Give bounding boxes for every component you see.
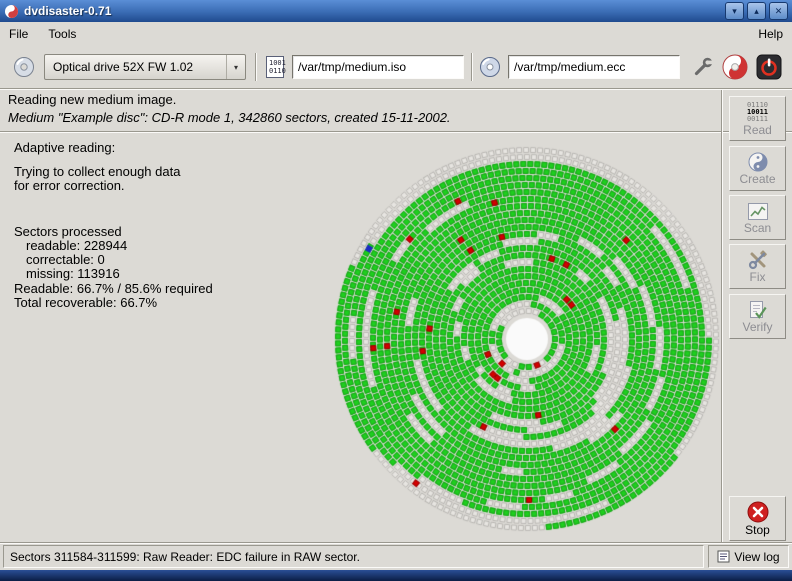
menu-help[interactable]: Help (758, 27, 783, 41)
drive-icon (13, 56, 35, 78)
disc-canvas (327, 139, 727, 539)
ecc-file-input[interactable] (508, 55, 680, 79)
fix-label: Fix (750, 271, 766, 283)
stop-icon (747, 501, 769, 523)
menu-tools[interactable]: Tools (48, 27, 76, 41)
power-icon (756, 54, 782, 80)
create-icon (748, 152, 768, 172)
fix-icon (748, 250, 768, 270)
svg-text:1001: 1001 (269, 59, 286, 67)
stop-label: Stop (745, 524, 770, 536)
minimize-icon: ▾ (732, 7, 737, 16)
window-bottom-frame (0, 570, 792, 581)
drive-select-value: Optical drive 52X FW 1.02 (53, 60, 226, 74)
iso-file-icon: 1001 0110 (263, 55, 287, 79)
verify-icon (748, 300, 768, 320)
view-log-icon (717, 550, 730, 563)
view-log-label: View log (734, 550, 779, 564)
scan-icon (747, 202, 769, 221)
read-button[interactable]: 01110 10011 00111 Read (729, 96, 786, 141)
app-window: dvdisaster-0.71 ▾ ▴ ✕ File Tools Help Op… (0, 0, 792, 581)
menubar: File Tools Help (0, 22, 792, 46)
view-log-button[interactable]: View log (708, 545, 789, 568)
scan-label: Scan (744, 222, 771, 234)
quit-button[interactable] (756, 54, 782, 80)
adaptive-reading-desc-2: for error correction. (14, 178, 125, 193)
window-title: dvdisaster-0.71 (24, 4, 722, 18)
dvdisaster-logo-button[interactable] (722, 54, 748, 80)
close-icon: ✕ (775, 7, 783, 16)
verify-label: Verify (742, 321, 772, 333)
image-file-input[interactable] (292, 55, 464, 79)
svg-text:0110: 0110 (269, 67, 286, 75)
scan-button[interactable]: Scan (729, 195, 786, 240)
wrench-icon (692, 56, 714, 78)
drive-select[interactable]: Optical drive 52X FW 1.02 ▾ (44, 54, 246, 80)
app-icon (4, 4, 19, 19)
read-icon: 01110 10011 00111 (747, 102, 768, 123)
dvdisaster-logo-icon (722, 54, 748, 80)
stop-button[interactable]: Stop (729, 496, 786, 541)
fix-button[interactable]: Fix (729, 244, 786, 289)
statusbar-message: Sectors 311584-311599: Raw Reader: EDC f… (3, 545, 704, 568)
adaptive-reading-title: Adaptive reading: (14, 140, 115, 155)
total-recoverable: Total recoverable: 66.7% (14, 295, 157, 310)
preferences-button[interactable] (692, 56, 714, 78)
readable-percent: Readable: 66.7% / 85.6% required (14, 281, 213, 296)
create-button[interactable]: Create (729, 146, 786, 191)
sectors-readable: readable: 228944 (26, 238, 127, 253)
create-label: Create (739, 173, 775, 185)
verify-button[interactable]: Verify (729, 294, 786, 339)
close-button[interactable]: ✕ (769, 2, 788, 20)
read-label: Read (743, 124, 772, 136)
minimize-button[interactable]: ▾ (725, 2, 744, 20)
sectors-missing: missing: 113916 (26, 266, 120, 281)
adaptive-reading-desc-1: Trying to collect enough data (14, 164, 180, 179)
titlebar[interactable]: dvdisaster-0.71 ▾ ▴ ✕ (0, 0, 792, 22)
status-line-1: Reading new medium image. (8, 92, 176, 107)
sectors-correctable: correctable: 0 (26, 252, 105, 267)
sectors-processed-title: Sectors processed (14, 224, 122, 239)
toolbar: Optical drive 52X FW 1.02 ▾ 1001 0110 (0, 46, 792, 88)
status-line-2: Medium "Example disc": CD-R mode 1, 3428… (8, 110, 451, 125)
chevron-down-icon: ▾ (226, 55, 245, 79)
maximize-button[interactable]: ▴ (747, 2, 766, 20)
maximize-icon: ▴ (754, 7, 759, 16)
ecc-file-icon (479, 56, 501, 78)
menu-file[interactable]: File (9, 27, 28, 41)
